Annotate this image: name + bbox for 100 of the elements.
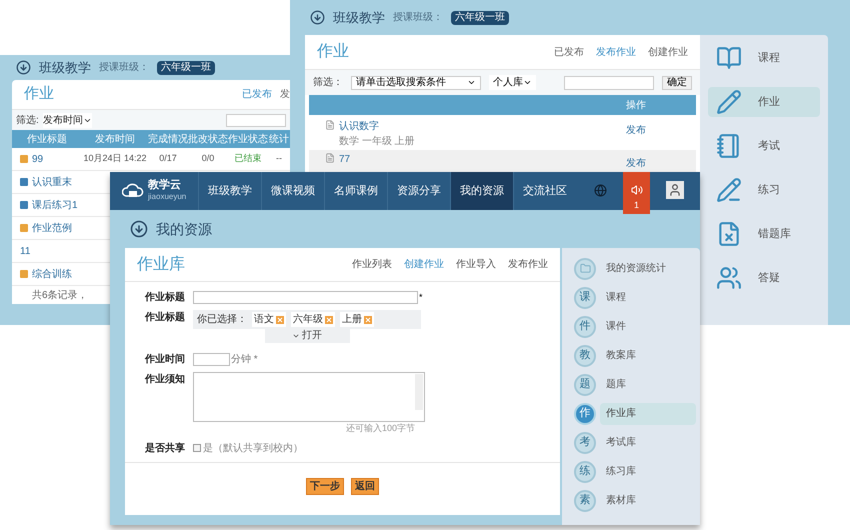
search-field[interactable] (564, 76, 654, 90)
sidebar-item[interactable]: 我的资源统计 (600, 258, 696, 280)
globe-icon[interactable] (594, 184, 607, 197)
notes-textarea[interactable] (193, 372, 425, 422)
time-input[interactable] (193, 353, 230, 366)
homework-title-link[interactable]: 认识数字 (339, 119, 415, 134)
nav-tab[interactable]: 微课视频 (261, 172, 324, 210)
caret-icon (523, 78, 532, 87)
nav-tab[interactable]: 名师课例 (324, 172, 387, 210)
column-header: 完成情况 (148, 132, 188, 146)
cloud-book-logo (122, 182, 144, 200)
logo-subtitle: jiaoxueyun (148, 191, 186, 203)
round-icon: 作 (574, 402, 596, 424)
pencil-paper-icon (716, 177, 742, 203)
sidebar-item[interactable]: 考试库 (600, 432, 696, 454)
table-cell-text: -- (275, 152, 283, 166)
sidebar-item[interactable]: 课件 (600, 316, 696, 338)
sidebar-item[interactable]: 答疑 (708, 263, 820, 293)
homework-title-link[interactable]: 77 (339, 152, 350, 167)
sidebar-item[interactable]: 考试 (708, 131, 820, 161)
remove-icon[interactable] (276, 316, 284, 324)
column-header: 操作 (626, 98, 647, 112)
tag-chip[interactable]: 六年级 (291, 312, 335, 327)
search-field[interactable] (226, 114, 286, 126)
class-label: 授课班级： (393, 10, 443, 25)
homework-title-link[interactable]: 综合训练 (32, 266, 72, 282)
nav-tab[interactable]: 我的资源 (450, 172, 513, 210)
field-label: 作业标题 (145, 310, 186, 325)
action-button[interactable]: 返回 (351, 478, 379, 494)
round-icon: 练 (574, 460, 596, 482)
logo-text: 教学云 (148, 179, 182, 191)
sidebar-item[interactable]: 教案库 (600, 344, 696, 366)
column-header: 统计 (268, 132, 290, 146)
pencil-icon (716, 89, 742, 115)
publish-link[interactable]: 发布 (626, 123, 646, 138)
column-header: 发布时间 (94, 132, 136, 146)
remove-icon[interactable] (325, 316, 333, 324)
tab[interactable]: 发布作业 (596, 44, 636, 60)
caret-icon (292, 332, 300, 340)
avatar-icon[interactable] (666, 181, 684, 199)
homework-subtitle: 数学 一年级 上册 (339, 134, 415, 149)
publish-link[interactable]: 发布 (626, 156, 646, 171)
homework-title-link[interactable]: 11 (20, 244, 30, 258)
tab[interactable]: 创建作业 (404, 257, 444, 272)
speaker-icon (630, 184, 642, 196)
tab[interactable]: 发布作业 (508, 257, 548, 272)
homework-title-link[interactable]: 作业范例 (32, 220, 72, 236)
tab[interactable]: 作业导入 (456, 257, 496, 272)
notification-button[interactable]: 1 (623, 172, 650, 214)
sidebar-item[interactable]: 错题库 (708, 219, 820, 249)
tab[interactable]: 创建作业 (648, 44, 688, 60)
round-icon: 件 (574, 316, 596, 338)
scrollbar-drawing (415, 374, 423, 410)
nav-tab[interactable]: 交流社区 (513, 172, 576, 210)
sidebar-item[interactable]: 练习 (708, 175, 820, 205)
homework-title-link[interactable]: 99 (32, 152, 44, 166)
homework-title-link[interactable]: 认识重末 (32, 174, 72, 190)
filter-label: 筛选: (16, 114, 39, 128)
sidebar-item[interactable]: 作业 (708, 87, 820, 117)
tab[interactable]: 已发布 (242, 87, 272, 102)
document-icon (325, 120, 335, 130)
table-cell-text: 10月24日 14:22 (82, 152, 148, 166)
sidebar-item[interactable]: 题库 (600, 374, 696, 396)
expand-button[interactable]: 打开 (264, 329, 350, 343)
table-cell-text: 已结束 (234, 152, 262, 166)
section-title: 班级教学 (333, 8, 385, 27)
record-count: 共6条记录， (32, 288, 88, 302)
char-limit-hint: 还可输入100字节 (346, 422, 415, 435)
class-label: 授课班级： (99, 60, 149, 75)
title-input[interactable] (193, 291, 418, 304)
library-dropdown[interactable]: 个人库 (489, 75, 536, 90)
tab[interactable]: 已发布 (554, 44, 584, 60)
tag-chip[interactable]: 上册 (340, 312, 374, 327)
share-checkbox[interactable] (193, 444, 201, 452)
tab[interactable]: 作业列表 (352, 257, 392, 272)
sidebar-item[interactable]: 作业库 (600, 402, 696, 424)
card-title: 作业库 (137, 254, 185, 274)
field-label: 作业时间 (145, 352, 186, 367)
sidebar-item[interactable]: 课程 (600, 286, 696, 308)
share-option-label: 是（默认共享到校内） (203, 442, 303, 456)
required-mark: * (419, 290, 423, 304)
tag-chip[interactable]: 语文 (252, 312, 286, 327)
confirm-button[interactable]: 确定 (662, 76, 692, 90)
sort-dropdown[interactable]: 发布时间 (42, 112, 92, 128)
homework-title-link[interactable]: 课后练习1 (32, 198, 78, 212)
class-badge: 六年级一班 (157, 60, 215, 74)
remove-icon[interactable] (364, 316, 372, 324)
sidebar-item[interactable]: 课程 (708, 43, 820, 73)
round-icon: 素 (574, 490, 596, 512)
sidebar-item[interactable]: 素材库 (600, 490, 696, 512)
filter-label: 筛选： (313, 76, 343, 90)
nav-tab[interactable]: 班级教学 (198, 172, 261, 210)
tab[interactable]: 发 (280, 87, 290, 102)
column-header: 批改状态 (188, 132, 228, 146)
condition-dropdown[interactable]: 请单击选取搜索条件 (351, 76, 481, 90)
sidebar-item[interactable]: 练习库 (600, 460, 696, 482)
action-button[interactable]: 下一步 (306, 478, 344, 494)
card-title: 作业 (24, 84, 54, 104)
column-header: 作业标题 (26, 132, 68, 146)
book-icon (716, 45, 742, 71)
